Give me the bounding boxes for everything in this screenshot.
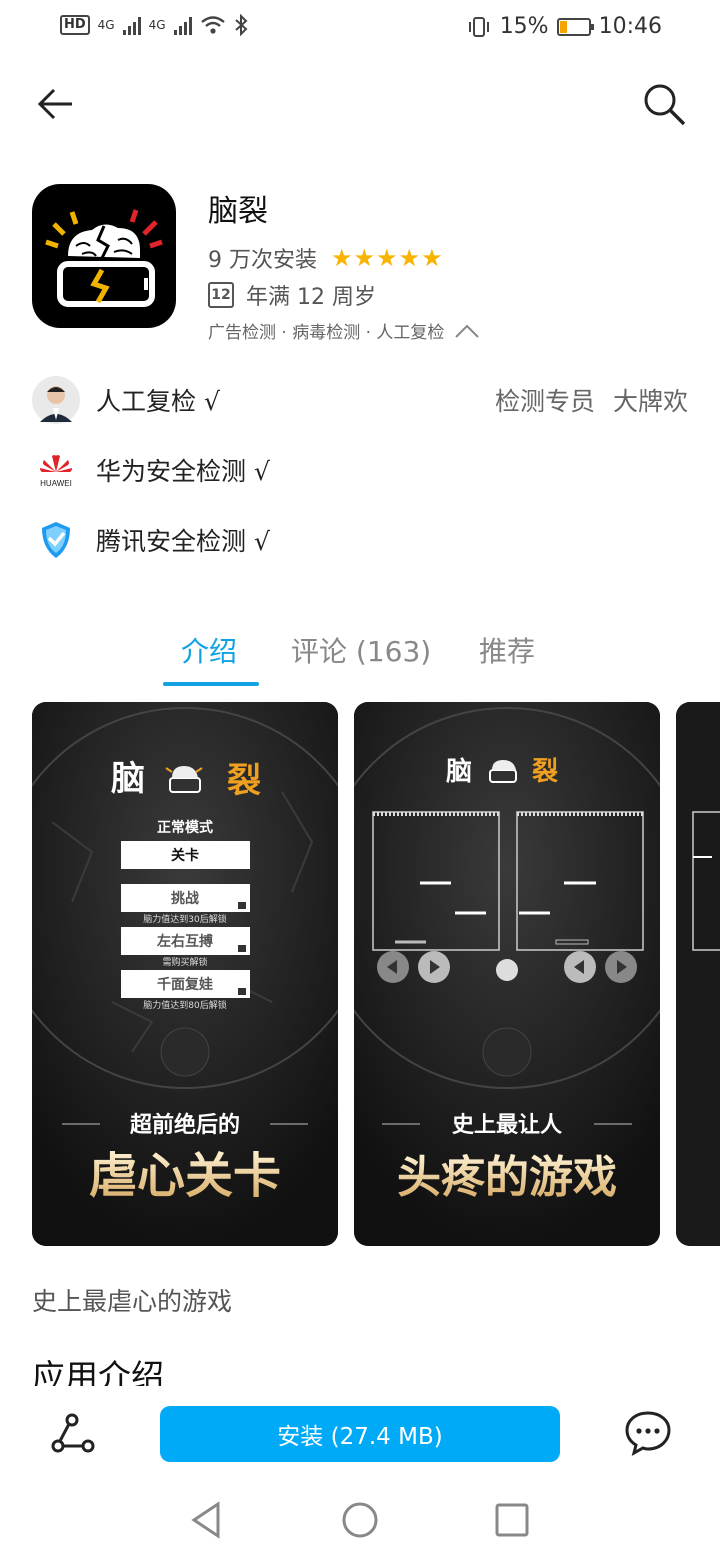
chevron-up-icon: [455, 324, 480, 338]
tab-recommend[interactable]: 推荐: [479, 630, 535, 670]
shot1-menu-3-note: 需购买解锁: [162, 956, 207, 968]
hd-badge: HD: [60, 15, 90, 35]
install-button[interactable]: 安装 (27.4 MB): [160, 1406, 560, 1462]
nav-back-button[interactable]: [184, 1498, 228, 1542]
shot2-caption-small: 史上最让人: [452, 1113, 562, 1138]
security-checks-toggle[interactable]: 广告检测 · 病毒检测 · 人工复检: [208, 318, 480, 343]
install-count: 9 万次安装: [208, 248, 317, 273]
security-checks-text: 广告检测 · 病毒检测 · 人工复检: [208, 323, 445, 343]
search-button[interactable]: [634, 74, 694, 134]
manual-review-row[interactable]: 人工复检 √ 检测专员 大牌欢: [32, 375, 688, 425]
screenshot-carousel[interactable]: 脑 裂 正常模式 关卡 挑战 脑力值达到30后解锁 左右互搏 需购买解锁 千面复…: [32, 702, 720, 1246]
status-right: 15% 10:46: [466, 14, 662, 39]
tab-intro[interactable]: 介绍: [181, 630, 237, 670]
nav-home-button[interactable]: [338, 1498, 382, 1542]
detail-tabs: 介绍 评论 (163) 推荐: [0, 630, 720, 690]
chat-bubble-icon: [625, 1411, 671, 1456]
circle-home-icon: [342, 1502, 378, 1538]
reviewer-role: 检测专员: [494, 387, 595, 416]
top-nav: [0, 70, 720, 140]
app-intro-heading: 应用介绍: [32, 1357, 164, 1386]
search-icon: [644, 84, 686, 126]
status-bar: HD 4G 4G 15% 10:46: [0, 0, 720, 56]
net-type-1: 4G: [97, 18, 115, 32]
nav-recents-button[interactable]: [490, 1498, 534, 1542]
rating-stars: ★★★★★: [331, 244, 444, 272]
battery-percent: 15%: [499, 14, 549, 39]
bluetooth-icon: [234, 14, 247, 36]
shot1-menu-4: 千面复娃: [157, 976, 213, 993]
shot1-caption-big: 虐心关卡: [89, 1148, 281, 1204]
screenshot-3[interactable]: [676, 702, 720, 1246]
app-name: 脑裂: [208, 194, 268, 229]
screenshot-2[interactable]: 脑 裂 史上最让人 头疼的游戏: [354, 702, 660, 1246]
huawei-check-label: 华为安全检测 √: [96, 457, 270, 486]
system-nav-bar: [0, 1482, 720, 1560]
signal-icon-2: [173, 15, 192, 35]
net-type-2: 4G: [148, 18, 166, 32]
shot1-title-right: 裂: [227, 761, 261, 801]
bottom-action-bar: 安装 (27.4 MB): [0, 1386, 720, 1482]
reviewer-name: 大牌欢: [612, 387, 688, 416]
arrow-left-icon: [37, 88, 72, 120]
shot1-menu-4-note: 脑力值达到80后解锁: [143, 999, 226, 1011]
tencent-check-label: 腾讯安全检测 √: [96, 527, 270, 556]
share-button[interactable]: [42, 1404, 102, 1464]
age-rating-icon: 12: [208, 282, 234, 308]
tencent-shield-icon: [32, 516, 80, 564]
signal-icon: [122, 15, 141, 35]
age-rating-text: 年满 12 周岁: [246, 285, 376, 310]
screenshot-1[interactable]: 脑 裂 正常模式 关卡 挑战 脑力值达到30后解锁 左右互搏 需购买解锁 千面复…: [32, 702, 338, 1246]
shot1-menu-2: 挑战: [171, 890, 199, 907]
wifi-icon: [200, 16, 225, 34]
comment-button[interactable]: [618, 1402, 678, 1462]
triangle-back-icon: [191, 1501, 220, 1539]
clock: 10:46: [598, 14, 662, 39]
shot1-title-left: 脑: [111, 759, 145, 799]
tab-reviews[interactable]: 评论 (163): [291, 630, 431, 670]
battery-icon: [556, 17, 594, 36]
huawei-logo-icon: HUAWEI: [32, 446, 80, 494]
app-icon: [32, 184, 176, 328]
shot1-menu-3: 左右互搏: [156, 933, 213, 950]
shot1-menu-2-note: 脑力值达到30后解锁: [143, 913, 226, 925]
back-button[interactable]: [26, 74, 86, 134]
square-recents-icon: [495, 1503, 529, 1537]
shot2-title-right: 裂: [532, 757, 558, 787]
svg-text:HUAWEI: HUAWEI: [40, 479, 72, 488]
shot2-title-left: 脑: [446, 757, 472, 787]
active-tab-indicator: [163, 682, 259, 686]
shot1-caption-small: 超前绝后的: [130, 1112, 240, 1138]
reviewer-avatar: [32, 376, 80, 424]
tencent-check-row: 腾讯安全检测 √: [32, 515, 688, 565]
brain-phone-logo: [45, 209, 163, 307]
shot2-caption-big: 头疼的游戏: [397, 1152, 617, 1203]
manual-review-label: 人工复检 √: [96, 387, 220, 416]
huawei-check-row: HUAWEI 华为安全检测 √: [32, 445, 688, 495]
status-left: HD 4G 4G: [60, 14, 248, 36]
install-count-row: 9 万次安装 ★★★★★: [208, 242, 444, 274]
app-tagline: 史上最虐心的游戏: [32, 1287, 233, 1316]
vibrate-icon: [468, 16, 489, 37]
share-icon: [51, 1413, 95, 1453]
age-rating-row: 12 年满 12 周岁: [208, 279, 376, 311]
shot1-mode: 正常模式: [157, 819, 213, 836]
shot1-menu-1: 关卡: [171, 847, 199, 864]
